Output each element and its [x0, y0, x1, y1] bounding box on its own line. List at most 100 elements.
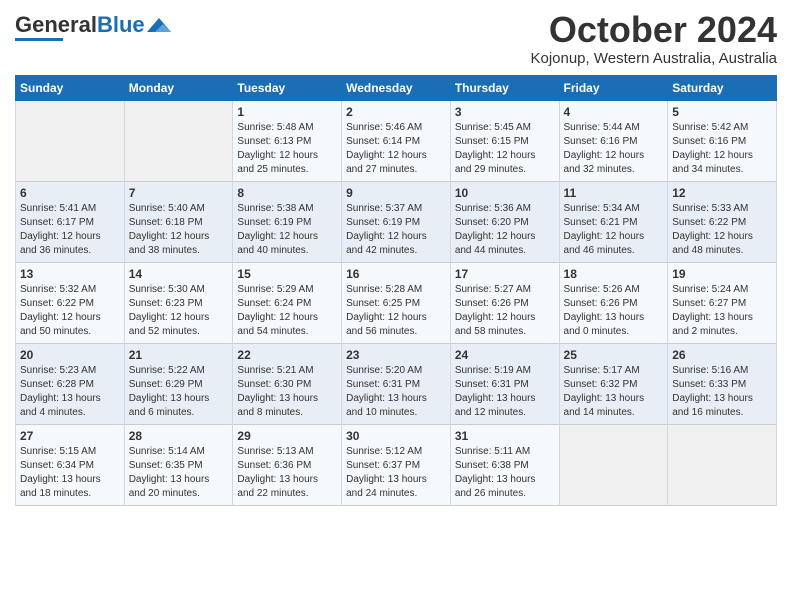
- logo-text: GeneralBlue: [15, 14, 145, 36]
- cell-content: Sunrise: 5:17 AM Sunset: 6:32 PM Dayligh…: [564, 364, 664, 420]
- calendar-cell: 15Sunrise: 5:29 AM Sunset: 6:24 PM Dayli…: [233, 262, 342, 343]
- calendar-cell: [668, 424, 777, 505]
- calendar-cell: 12 Sunrise: 5:33 AM Sunset: 6:22 PM Dayli…: [668, 181, 777, 262]
- cell-content: Sunrise: 5:11 AM Sunset: 6:38 PM Dayligh…: [455, 445, 555, 501]
- logo-blue: Blue: [97, 12, 145, 37]
- cell-content: Sunrise: 5:32 AM Sunset: 6:22 PM Dayligh…: [20, 283, 120, 339]
- cell-content: Sunrise: 5:24 AM Sunset: 6:27 PM Dayligh…: [672, 283, 772, 339]
- calendar-week-0: 1 Sunrise: 5:48 AM Sunset: 6:13 PM Daylig…: [16, 100, 777, 181]
- day-number: 15: [237, 267, 337, 281]
- cell-content: Sunrise: 5:42 AM Sunset: 6:16 PM Dayligh…: [672, 121, 772, 177]
- day-number: 14: [129, 267, 229, 281]
- calendar-cell: 24 Sunrise: 5:19 AM Sunset: 6:31 PM Dayli…: [450, 343, 559, 424]
- day-number: 9: [346, 186, 446, 200]
- logo-general: General: [15, 12, 97, 37]
- cell-content: Sunrise: 5:28 AM Sunset: 6:25 PM Dayligh…: [346, 283, 446, 339]
- day-number: 3: [455, 105, 555, 119]
- day-number: 1: [237, 105, 337, 119]
- day-number: 8: [237, 186, 337, 200]
- day-number: 16: [346, 267, 446, 281]
- day-number: 24: [455, 348, 555, 362]
- calendar-cell: 5Sunrise: 5:42 AM Sunset: 6:16 PM Daylig…: [668, 100, 777, 181]
- cell-content: Sunrise: 5:27 AM Sunset: 6:26 PM Dayligh…: [455, 283, 555, 339]
- calendar-cell: 10 Sunrise: 5:36 AM Sunset: 6:20 PM Dayli…: [450, 181, 559, 262]
- cell-content: Sunrise: 5:36 AM Sunset: 6:20 PM Dayligh…: [455, 202, 555, 258]
- day-number: 19: [672, 267, 772, 281]
- cell-content: Sunrise: 5:38 AM Sunset: 6:19 PM Dayligh…: [237, 202, 337, 258]
- day-number: 21: [129, 348, 229, 362]
- calendar-cell: 18 Sunrise: 5:26 AM Sunset: 6:26 PM Dayli…: [559, 262, 668, 343]
- calendar-cell: 2 Sunrise: 5:46 AM Sunset: 6:14 PM Daylig…: [342, 100, 451, 181]
- cell-content: Sunrise: 5:41 AM Sunset: 6:17 PM Dayligh…: [20, 202, 120, 258]
- header: GeneralBlue October 2024 Kojonup, Wester…: [15, 10, 777, 67]
- cell-content: Sunrise: 5:12 AM Sunset: 6:37 PM Dayligh…: [346, 445, 446, 501]
- cell-content: Sunrise: 5:45 AM Sunset: 6:15 PM Dayligh…: [455, 121, 555, 177]
- day-number: 11: [564, 186, 664, 200]
- calendar-cell: 26 Sunrise: 5:16 AM Sunset: 6:33 PM Dayli…: [668, 343, 777, 424]
- day-header-saturday: Saturday: [668, 75, 777, 100]
- calendar-cell: 13Sunrise: 5:32 AM Sunset: 6:22 PM Dayli…: [16, 262, 125, 343]
- day-header-tuesday: Tuesday: [233, 75, 342, 100]
- cell-content: Sunrise: 5:26 AM Sunset: 6:26 PM Dayligh…: [564, 283, 664, 339]
- day-number: 18: [564, 267, 664, 281]
- calendar-cell: 25 Sunrise: 5:17 AM Sunset: 6:32 PM Dayli…: [559, 343, 668, 424]
- calendar-cell: 14 Sunrise: 5:30 AM Sunset: 6:23 PM Dayli…: [124, 262, 233, 343]
- day-number: 25: [564, 348, 664, 362]
- calendar-cell: 7Sunrise: 5:40 AM Sunset: 6:18 PM Daylig…: [124, 181, 233, 262]
- day-number: 12: [672, 186, 772, 200]
- calendar-cell: 29Sunrise: 5:13 AM Sunset: 6:36 PM Dayli…: [233, 424, 342, 505]
- day-number: 6: [20, 186, 120, 200]
- calendar-cell: 3 Sunrise: 5:45 AM Sunset: 6:15 PM Daylig…: [450, 100, 559, 181]
- cell-content: Sunrise: 5:16 AM Sunset: 6:33 PM Dayligh…: [672, 364, 772, 420]
- day-number: 2: [346, 105, 446, 119]
- cell-content: Sunrise: 5:34 AM Sunset: 6:21 PM Dayligh…: [564, 202, 664, 258]
- day-number: 26: [672, 348, 772, 362]
- calendar-week-3: 20 Sunrise: 5:23 AM Sunset: 6:28 PM Dayli…: [16, 343, 777, 424]
- day-header-wednesday: Wednesday: [342, 75, 451, 100]
- calendar-header: SundayMondayTuesdayWednesdayThursdayFrid…: [16, 75, 777, 100]
- cell-content: Sunrise: 5:46 AM Sunset: 6:14 PM Dayligh…: [346, 121, 446, 177]
- calendar-cell: 9Sunrise: 5:37 AM Sunset: 6:19 PM Daylig…: [342, 181, 451, 262]
- day-number: 17: [455, 267, 555, 281]
- day-header-friday: Friday: [559, 75, 668, 100]
- cell-content: Sunrise: 5:13 AM Sunset: 6:36 PM Dayligh…: [237, 445, 337, 501]
- calendar-cell: 22Sunrise: 5:21 AM Sunset: 6:30 PM Dayli…: [233, 343, 342, 424]
- cell-content: Sunrise: 5:21 AM Sunset: 6:30 PM Dayligh…: [237, 364, 337, 420]
- calendar-cell: [16, 100, 125, 181]
- days-of-week-row: SundayMondayTuesdayWednesdayThursdayFrid…: [16, 75, 777, 100]
- cell-content: Sunrise: 5:48 AM Sunset: 6:13 PM Dayligh…: [237, 121, 337, 177]
- day-number: 30: [346, 429, 446, 443]
- day-number: 20: [20, 348, 120, 362]
- calendar-week-4: 27Sunrise: 5:15 AM Sunset: 6:34 PM Dayli…: [16, 424, 777, 505]
- cell-content: Sunrise: 5:30 AM Sunset: 6:23 PM Dayligh…: [129, 283, 229, 339]
- calendar-cell: 23 Sunrise: 5:20 AM Sunset: 6:31 PM Dayli…: [342, 343, 451, 424]
- day-header-monday: Monday: [124, 75, 233, 100]
- calendar-cell: [559, 424, 668, 505]
- calendar-cell: 30 Sunrise: 5:12 AM Sunset: 6:37 PM Dayli…: [342, 424, 451, 505]
- calendar-week-1: 6 Sunrise: 5:41 AM Sunset: 6:17 PM Daylig…: [16, 181, 777, 262]
- calendar-cell: 21Sunrise: 5:22 AM Sunset: 6:29 PM Dayli…: [124, 343, 233, 424]
- cell-content: Sunrise: 5:19 AM Sunset: 6:31 PM Dayligh…: [455, 364, 555, 420]
- day-number: 10: [455, 186, 555, 200]
- calendar-week-2: 13Sunrise: 5:32 AM Sunset: 6:22 PM Dayli…: [16, 262, 777, 343]
- day-number: 23: [346, 348, 446, 362]
- location-title: Kojonup, Western Australia, Australia: [530, 50, 777, 67]
- calendar-cell: 20 Sunrise: 5:23 AM Sunset: 6:28 PM Dayli…: [16, 343, 125, 424]
- cell-content: Sunrise: 5:33 AM Sunset: 6:22 PM Dayligh…: [672, 202, 772, 258]
- cell-content: Sunrise: 5:40 AM Sunset: 6:18 PM Dayligh…: [129, 202, 229, 258]
- day-header-thursday: Thursday: [450, 75, 559, 100]
- day-number: 28: [129, 429, 229, 443]
- calendar-cell: 6 Sunrise: 5:41 AM Sunset: 6:17 PM Daylig…: [16, 181, 125, 262]
- calendar-cell: 17 Sunrise: 5:27 AM Sunset: 6:26 PM Dayli…: [450, 262, 559, 343]
- day-number: 4: [564, 105, 664, 119]
- day-number: 27: [20, 429, 120, 443]
- cell-content: Sunrise: 5:23 AM Sunset: 6:28 PM Dayligh…: [20, 364, 120, 420]
- calendar-cell: [124, 100, 233, 181]
- calendar-cell: 28Sunrise: 5:14 AM Sunset: 6:35 PM Dayli…: [124, 424, 233, 505]
- cell-content: Sunrise: 5:20 AM Sunset: 6:31 PM Dayligh…: [346, 364, 446, 420]
- logo-bar: [15, 38, 63, 41]
- day-number: 31: [455, 429, 555, 443]
- calendar-cell: 19 Sunrise: 5:24 AM Sunset: 6:27 PM Dayli…: [668, 262, 777, 343]
- calendar-cell: 31 Sunrise: 5:11 AM Sunset: 6:38 PM Dayli…: [450, 424, 559, 505]
- calendar-cell: 11 Sunrise: 5:34 AM Sunset: 6:21 PM Dayli…: [559, 181, 668, 262]
